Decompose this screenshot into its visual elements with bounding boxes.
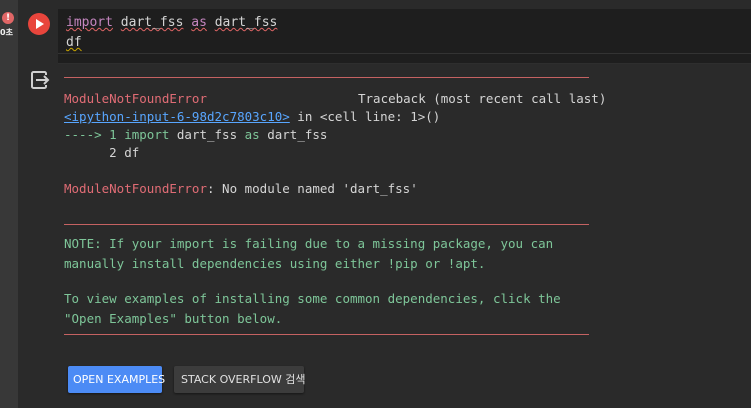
stack-overflow-search-button[interactable]: STACK OVERFLOW 검색 bbox=[174, 366, 306, 393]
error-status-icon: ! bbox=[2, 12, 14, 24]
execution-time: 0초 bbox=[0, 28, 13, 37]
traceback-label: Traceback (most recent call last) bbox=[358, 91, 607, 106]
open-examples-button[interactable]: OPEN EXAMPLES bbox=[68, 366, 165, 393]
code-df: df bbox=[66, 35, 82, 50]
error-name: ModuleNotFoundError bbox=[64, 91, 207, 106]
traceback-in-cell: in <cell line: 1>() bbox=[289, 109, 441, 124]
final-error-name: ModuleNotFoundError bbox=[64, 181, 207, 196]
note-line-5: "Open Examples" button below. bbox=[64, 311, 283, 326]
code-line-1: import dart_fss as dart_fss bbox=[66, 14, 277, 32]
play-icon bbox=[36, 19, 44, 29]
separator-top bbox=[64, 77, 589, 78]
traceback-module: dart_fss bbox=[169, 127, 245, 142]
traceback-line-1: ----> 1 import dart_fss as dart_fss bbox=[64, 126, 327, 144]
code-module-name: dart_fss bbox=[120, 15, 184, 30]
code-line-2: df bbox=[66, 34, 82, 52]
final-error-message: : No module named 'dart_fss' bbox=[207, 181, 418, 196]
traceback-kw-import: import bbox=[124, 127, 170, 142]
separator-middle bbox=[64, 224, 589, 225]
code-editor[interactable]: import dart_fss as dart_fss df bbox=[58, 9, 751, 64]
final-error: ModuleNotFoundError: No module named 'da… bbox=[64, 180, 418, 198]
traceback-alias: dart_fss bbox=[259, 127, 328, 142]
editor-line-divider bbox=[58, 53, 751, 54]
code-alias: dart_fss bbox=[214, 15, 278, 30]
traceback-line-2: 2 df bbox=[64, 145, 140, 160]
note-line-2: manually install dependencies using eith… bbox=[64, 256, 486, 271]
code-keyword-import: import bbox=[66, 15, 113, 30]
separator-bottom bbox=[64, 334, 589, 335]
note-line-4: To view examples of installing some comm… bbox=[64, 291, 561, 306]
traceback-kw-as: as bbox=[244, 127, 260, 142]
ipython-input-link[interactable]: <ipython-input-6-98d2c7803c10> bbox=[64, 109, 290, 124]
run-cell-button[interactable] bbox=[28, 13, 50, 35]
left-gutter: ! 0초 bbox=[0, 0, 18, 408]
code-keyword-as: as bbox=[191, 15, 207, 30]
traceback-arrow: ----> 1 bbox=[64, 127, 125, 142]
output-exit-icon[interactable] bbox=[30, 70, 50, 90]
note-line-1: NOTE: If your import is failing due to a… bbox=[64, 236, 554, 251]
traceback-location: <ipython-input-6-98d2c7803c10> in <cell … bbox=[64, 108, 440, 126]
